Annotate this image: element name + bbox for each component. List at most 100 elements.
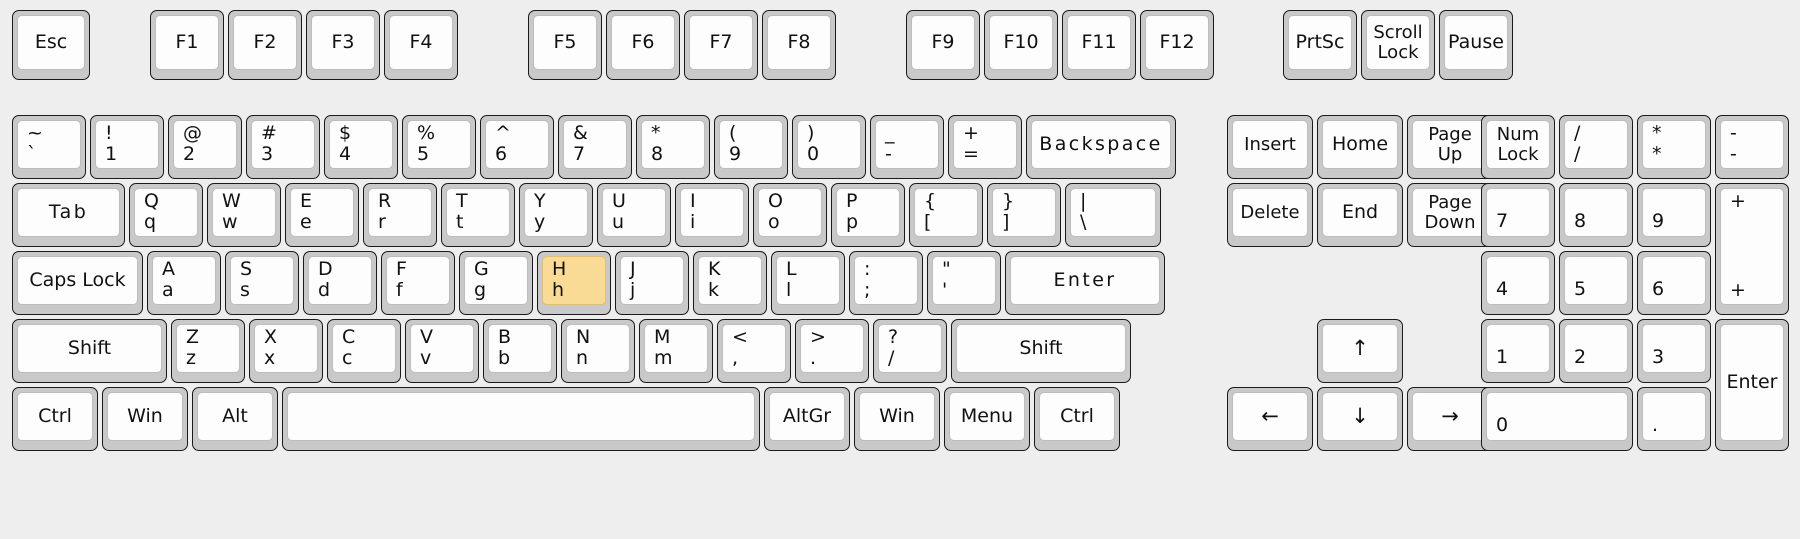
key-numdivide[interactable]: / / <box>1559 115 1633 179</box>
key-f6[interactable]: F6 <box>606 10 680 80</box>
key-numenter[interactable]: Enter <box>1715 319 1789 451</box>
key-l[interactable]: Ll <box>771 251 845 315</box>
key-a[interactable]: Aa <box>147 251 221 315</box>
key-quote[interactable]: " ' <box>927 251 1001 315</box>
key-nummultiply[interactable]: * * <box>1637 115 1711 179</box>
key-numminus[interactable]: -- <box>1715 115 1789 179</box>
key-b[interactable]: Bb <box>483 319 557 383</box>
key-2[interactable]: @2 <box>168 115 242 179</box>
key-tab[interactable]: Tab <box>12 183 125 247</box>
key-u[interactable]: Uu <box>597 183 671 247</box>
key-lbracket[interactable]: {[ <box>909 183 983 247</box>
key-altgr[interactable]: AltGr <box>764 387 850 451</box>
key-backspace[interactable]: Backspace <box>1026 115 1176 179</box>
key-f[interactable]: Ff <box>381 251 455 315</box>
key-n[interactable]: Nn <box>561 319 635 383</box>
key-v[interactable]: Vv <box>405 319 479 383</box>
key-space[interactable] <box>282 387 760 451</box>
key-rshift[interactable]: Shift <box>951 319 1131 383</box>
key-lwin[interactable]: Win <box>102 387 188 451</box>
key-j[interactable]: Jj <box>615 251 689 315</box>
key-lshift[interactable]: Shift <box>12 319 167 383</box>
key-d[interactable]: Dd <box>303 251 377 315</box>
key-o[interactable]: Oo <box>753 183 827 247</box>
key-r[interactable]: Rr <box>363 183 437 247</box>
key-e[interactable]: Ee <box>285 183 359 247</box>
key-left[interactable]: ← <box>1227 387 1313 451</box>
key-h[interactable]: Hh <box>537 251 611 315</box>
key-num8[interactable]: 8 <box>1559 183 1633 247</box>
key-insert[interactable]: Insert <box>1227 115 1313 179</box>
key-f12[interactable]: F12 <box>1140 10 1214 80</box>
key-6[interactable]: ^ 6 <box>480 115 554 179</box>
key-k[interactable]: Kk <box>693 251 767 315</box>
key-down[interactable]: ↓ <box>1317 387 1403 451</box>
key-f2[interactable]: F2 <box>228 10 302 80</box>
key-num9[interactable]: 9 <box>1637 183 1711 247</box>
key-f10[interactable]: F10 <box>984 10 1058 80</box>
key-7[interactable]: & 7 <box>558 115 632 179</box>
key-up[interactable]: ↑ <box>1317 319 1403 383</box>
key-pause[interactable]: Pause <box>1439 10 1513 80</box>
key-esc[interactable]: Esc <box>12 10 90 80</box>
key-period[interactable]: >. <box>795 319 869 383</box>
key-num5[interactable]: 5 <box>1559 251 1633 315</box>
key-num4[interactable]: 4 <box>1481 251 1555 315</box>
key-3[interactable]: #3 <box>246 115 320 179</box>
key-1[interactable]: ! 1 <box>90 115 164 179</box>
key-f4[interactable]: F4 <box>384 10 458 80</box>
key-minus[interactable]: _ - <box>870 115 944 179</box>
key-comma[interactable]: <, <box>717 319 791 383</box>
key-scrolllock[interactable]: Scroll Lock <box>1361 10 1435 80</box>
key-home[interactable]: Home <box>1317 115 1403 179</box>
key-lalt[interactable]: Alt <box>192 387 278 451</box>
key-lctrl[interactable]: Ctrl <box>12 387 98 451</box>
key-0[interactable]: ) 0 <box>792 115 866 179</box>
key-9[interactable]: (9 <box>714 115 788 179</box>
key-i[interactable]: Ii <box>675 183 749 247</box>
key-num7[interactable]: 7 <box>1481 183 1555 247</box>
key-y[interactable]: Yy <box>519 183 593 247</box>
key-slash[interactable]: ? / <box>873 319 947 383</box>
key-menu[interactable]: Menu <box>944 387 1030 451</box>
key-rbracket[interactable]: }] <box>987 183 1061 247</box>
key-backtick[interactable]: ~ ` <box>12 115 86 179</box>
key-f9[interactable]: F9 <box>906 10 980 80</box>
key-delete[interactable]: Delete <box>1227 183 1313 247</box>
key-num2[interactable]: 2 <box>1559 319 1633 383</box>
key-num3[interactable]: 3 <box>1637 319 1711 383</box>
key-f5[interactable]: F5 <box>528 10 602 80</box>
key-num0[interactable]: 0 <box>1481 387 1633 451</box>
key-equal[interactable]: + = <box>948 115 1022 179</box>
key-f1[interactable]: F1 <box>150 10 224 80</box>
key-c[interactable]: Cc <box>327 319 401 383</box>
key-f8[interactable]: F8 <box>762 10 836 80</box>
key-num6[interactable]: 6 <box>1637 251 1711 315</box>
key-z[interactable]: Zz <box>171 319 245 383</box>
key-s[interactable]: Ss <box>225 251 299 315</box>
key-g[interactable]: Gg <box>459 251 533 315</box>
key-8[interactable]: * 8 <box>636 115 710 179</box>
key-p[interactable]: Pp <box>831 183 905 247</box>
key-rwin[interactable]: Win <box>854 387 940 451</box>
key-numdot[interactable]: . <box>1637 387 1711 451</box>
key-q[interactable]: Qq <box>129 183 203 247</box>
key-x[interactable]: Xx <box>249 319 323 383</box>
key-4[interactable]: $4 <box>324 115 398 179</box>
key-t[interactable]: Tt <box>441 183 515 247</box>
key-capslock[interactable]: Caps Lock <box>12 251 143 315</box>
key-prtsc[interactable]: PrtSc <box>1283 10 1357 80</box>
key-num1[interactable]: 1 <box>1481 319 1555 383</box>
key-w[interactable]: Ww <box>207 183 281 247</box>
key-numlock[interactable]: Num Lock <box>1481 115 1555 179</box>
key-enter[interactable]: Enter <box>1005 251 1165 315</box>
key-5[interactable]: % 5 <box>402 115 476 179</box>
key-m[interactable]: Mm <box>639 319 713 383</box>
key-backslash[interactable]: | \ <box>1065 183 1161 247</box>
key-f7[interactable]: F7 <box>684 10 758 80</box>
key-rctrl[interactable]: Ctrl <box>1034 387 1120 451</box>
key-f3[interactable]: F3 <box>306 10 380 80</box>
key-end[interactable]: End <box>1317 183 1403 247</box>
key-semicolon[interactable]: :; <box>849 251 923 315</box>
key-numplus[interactable]: + + <box>1715 183 1789 315</box>
